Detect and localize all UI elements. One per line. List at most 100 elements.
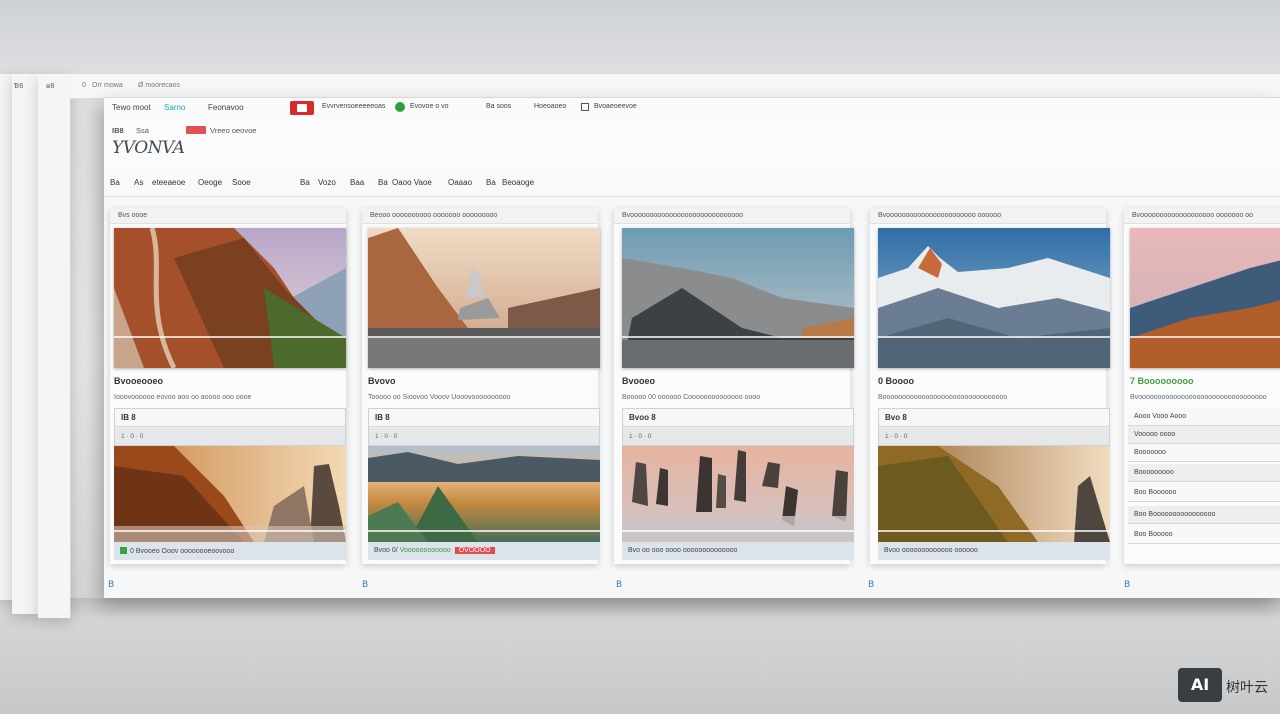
page-header: IB8 Ssa Vreeo oeovoe YVONVA <box>104 118 1280 171</box>
menu-item[interactable]: Evvrvensoeeeeeoas <box>322 103 385 110</box>
card-header: Bvooooooooooooooooooooooo oooooo <box>870 208 1106 224</box>
card-header: Bvooooooooooooooooooooooooooooo <box>614 208 850 224</box>
table-row: IB 8 <box>115 409 345 427</box>
progress-line <box>878 336 1110 338</box>
alert-badge <box>186 126 206 134</box>
media-card: Bvs oooe Bvooeooeo Iooovoooooo eovoo aoo… <box>110 208 346 564</box>
status-green-icon <box>120 547 127 554</box>
side-glyph: ⱺ8 <box>46 82 55 90</box>
status-red-badge: OVOOOO <box>454 547 495 554</box>
landscape-image[interactable] <box>878 446 1110 542</box>
nav-item[interactable]: Oaoo Vaoe <box>392 178 432 187</box>
link-icon[interactable]: B <box>868 580 874 590</box>
back-pane-3 <box>38 74 71 618</box>
status-text: 0 <box>130 548 134 555</box>
landscape-image[interactable] <box>878 228 1110 368</box>
card-subtitle: Bvooooooooooooooooooooooooooooooooo <box>1130 394 1267 401</box>
table-row: Bvo 8 <box>879 409 1109 427</box>
menu-item[interactable]: Feonavoo <box>208 103 244 112</box>
menu-item[interactable]: Evovoe o vo <box>410 103 449 110</box>
nav-item[interactable]: Baa <box>350 178 364 187</box>
table-row: 1 · 0 · 0 <box>879 428 1109 445</box>
info-table: Bvoo 8 1 · 0 · 0 <box>622 408 854 446</box>
list-item[interactable]: Boo Boooooooooooooooo <box>1128 506 1280 524</box>
checkbox-icon[interactable] <box>581 103 589 111</box>
progress-line <box>368 530 600 532</box>
record-button[interactable] <box>290 101 314 115</box>
nav-item[interactable]: Oaaao <box>448 178 472 187</box>
table-row: Bvoo 8 <box>623 409 853 427</box>
card-title: Bvovo <box>368 376 396 386</box>
status-text: Bvo oo ooo oooo oooooooooooooo <box>628 547 738 554</box>
back-pane-2 <box>12 74 39 614</box>
landscape-image[interactable] <box>1130 228 1280 368</box>
list-item[interactable]: Boo Boooooo <box>1128 484 1280 502</box>
status-bar: Bvo oo ooo oooo oooooooooooooo <box>622 542 854 560</box>
window-shadow <box>70 598 1280 618</box>
nav-item[interactable]: eteeaeoe <box>152 178 185 187</box>
app-window: Tewo moot Sarno Feonavoo Evvrvensoeeeeeo… <box>104 97 1280 598</box>
landscape-image[interactable] <box>622 446 854 542</box>
media-card: Bvooooooooooooooooooooooooooooo Bvooeo B… <box>614 208 854 564</box>
info-table: IB 8 1 · 0 · 0 <box>114 408 346 446</box>
table-row: 1 · 0 · 0 <box>369 428 599 445</box>
titlebar-item: 0 <box>82 82 86 89</box>
list-item[interactable]: Booooooo <box>1128 444 1280 462</box>
header-item: Ssa <box>136 126 149 135</box>
list-item[interactable]: Vooooo oooo <box>1128 426 1280 444</box>
media-card: Bvooooooooooooooooooooooo oooooo 0 Boooo… <box>870 208 1110 564</box>
link-icon[interactable]: B <box>616 580 622 590</box>
menu-item[interactable]: Sarno <box>164 103 185 112</box>
header-item: Vreeo oeovoe <box>210 126 257 135</box>
menu-item[interactable]: Hoeoaoeo <box>534 103 566 110</box>
nav-item[interactable]: Beoaoge <box>502 178 534 187</box>
status-dot-icon <box>395 102 405 112</box>
landscape-image[interactable] <box>114 446 346 542</box>
landscape-image[interactable] <box>368 446 600 542</box>
progress-line <box>114 530 346 532</box>
list-item[interactable]: Booooooooo <box>1128 464 1280 482</box>
titlebar-item: Orr mowa <box>92 82 123 89</box>
nav-item[interactable]: Ba <box>378 178 388 187</box>
watermark-text: 树叶云 <box>1226 680 1268 696</box>
outer-window-titlebar: 0 Orr mowa Ø moorecaos <box>70 74 1280 99</box>
card-title: 0 Boooo <box>878 376 914 386</box>
card-subtitle: Iooovoooooo eovoo aoo oo aoooo ooo oooe <box>114 394 252 401</box>
card-title: 7 Booooooooo <box>1130 376 1194 386</box>
card-title: Bvooeo <box>622 376 656 386</box>
progress-line <box>878 530 1110 532</box>
menu-item[interactable]: Bvoaeoeevoe <box>594 103 637 110</box>
menu-item[interactable]: Ba soos <box>486 103 511 110</box>
link-icon[interactable]: B <box>362 580 368 590</box>
nav-item[interactable]: Ba <box>486 178 496 187</box>
nav-item[interactable]: Oeoge <box>198 178 222 187</box>
card-header: Bvooooooooooooooooooo ooooooo oo <box>1124 208 1280 224</box>
menu-bar: Tewo moot Sarno Feonavoo Evvrvensoeeeeeo… <box>104 98 1280 119</box>
nav-item[interactable]: Sooe <box>232 178 251 187</box>
list-item[interactable]: Aooo Vooo Aooo <box>1128 408 1280 426</box>
nav-item[interactable]: Ba <box>110 178 120 187</box>
card-title: Bvooeooeo <box>114 376 164 386</box>
link-icon[interactable]: B <box>108 580 114 590</box>
progress-line <box>622 336 854 338</box>
landscape-image[interactable] <box>622 228 854 368</box>
table-row: 1 · 0 · 0 <box>115 428 345 445</box>
status-text: Bvoo 0/ <box>374 547 398 554</box>
table-row: IB 8 <box>369 409 599 427</box>
status-text: Bvoo ooooooooooooo oooooo <box>884 547 978 554</box>
media-card: Bvooooooooooooooooooo ooooooo oo 7 Boooo… <box>1124 208 1280 564</box>
card-subtitle: Tooooo oo Sioovoo Vooov Uooovoooooooooo <box>368 394 511 401</box>
progress-line <box>622 530 854 532</box>
landscape-image[interactable] <box>368 228 600 368</box>
status-bar: Bvoo 0/ Voooooooooooo OVOOOO <box>368 542 600 560</box>
nav-item[interactable]: Vozo <box>318 178 336 187</box>
link-icon[interactable]: B <box>1124 580 1130 590</box>
media-card: Beooo oooooooooo ooooooo ooooooooo Bvovo… <box>362 208 600 564</box>
list-item[interactable]: Boo Booooo <box>1128 526 1280 544</box>
landscape-image[interactable] <box>114 228 346 368</box>
nav-item[interactable]: Ba <box>300 178 310 187</box>
nav-item[interactable]: As <box>134 178 143 187</box>
card-header: Bvs oooe <box>110 208 346 224</box>
menu-item[interactable]: Tewo moot <box>112 103 151 112</box>
titlebar-item: Ø moorecaos <box>138 82 181 89</box>
